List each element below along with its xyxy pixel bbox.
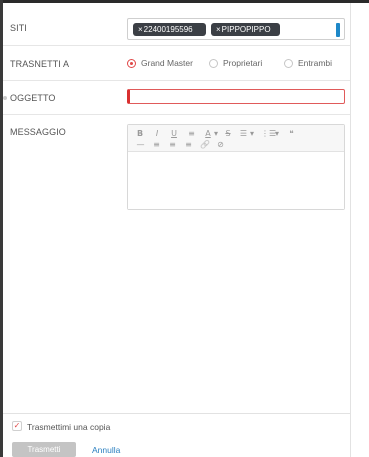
link-icon[interactable]: 🔗 — [200, 140, 210, 149]
siti-tags-input[interactable]: ×22400195596 ×PIPPOPIPPO — [127, 18, 345, 40]
quote-icon[interactable]: ❝ — [287, 129, 296, 138]
radio-selected-icon[interactable] — [127, 58, 136, 68]
tags-scroll-indicator[interactable] — [336, 23, 340, 37]
remove-tag-icon[interactable]: × — [138, 25, 143, 34]
align-left-icon[interactable]: ≡ — [152, 140, 161, 149]
messaggio-label: MESSAGGIO — [10, 127, 66, 137]
right-gutter — [350, 0, 369, 457]
compose-message-form: SITI ×22400195596 ×PIPPOPIPPO TRASNETTI … — [0, 0, 369, 457]
site-tag[interactable]: ×22400195596 — [133, 23, 206, 36]
radio-entrambi[interactable]: Entrambi — [284, 57, 332, 69]
site-tag-text: 22400195596 — [143, 25, 193, 34]
radio-grand-master[interactable]: Grand Master — [127, 57, 193, 69]
required-marker — [3, 96, 7, 100]
siti-label: SITI — [10, 23, 27, 33]
radio-proprietari[interactable]: Proprietari — [209, 57, 262, 69]
align-justify-icon[interactable]: ≡ — [187, 129, 196, 138]
radio-label: Entrambi — [298, 58, 333, 68]
bullet-list-icon[interactable]: ☰ — [239, 129, 248, 138]
chevron-down-icon[interactable]: ▾ — [274, 129, 280, 138]
row-divider — [3, 114, 350, 115]
underline-icon[interactable]: U — [170, 129, 178, 138]
site-tag-text: PIPPOPIPPO — [221, 25, 271, 34]
chevron-down-icon[interactable]: ▾ — [249, 129, 255, 138]
footer-divider — [3, 413, 350, 414]
radio-unselected-icon[interactable] — [209, 58, 218, 68]
copy-checkbox[interactable]: ✓ — [12, 421, 22, 431]
align-center-icon[interactable]: ≡ — [168, 140, 177, 149]
chevron-down-icon[interactable]: ▾ — [213, 129, 219, 138]
left-border — [0, 0, 3, 457]
subject-input[interactable] — [127, 89, 345, 104]
site-tag[interactable]: ×PIPPOPIPPO — [211, 23, 280, 36]
message-editor: B I U ≡ A ▾ S ☰ ▾ ⋮☰ ▾ ❝ — ≡ ≡ ≡ 🔗 ⊘ — [127, 124, 345, 210]
top-border — [0, 0, 369, 3]
radio-unselected-icon[interactable] — [284, 58, 293, 68]
checkmark-icon: ✓ — [13, 421, 21, 430]
remove-tag-icon[interactable]: × — [216, 25, 221, 34]
radio-label: Proprietari — [223, 58, 263, 68]
oggetto-label: OGGETTO — [10, 93, 56, 103]
unlink-icon[interactable]: ⊘ — [216, 140, 225, 149]
numbered-list-icon[interactable]: ⋮☰ — [261, 129, 276, 138]
send-button[interactable]: Trasmetti — [12, 442, 76, 457]
editor-toolbar: B I U ≡ A ▾ S ☰ ▾ ⋮☰ ▾ ❝ — ≡ ≡ ≡ 🔗 ⊘ — [128, 125, 344, 152]
trasmetti-label: TRASNETTI A — [10, 59, 70, 69]
row-divider — [3, 80, 350, 81]
row-divider — [3, 45, 350, 46]
strikethrough-icon[interactable]: S — [224, 129, 232, 138]
align-right-icon[interactable]: ≡ — [184, 140, 193, 149]
horizontal-rule-icon[interactable]: — — [136, 140, 145, 149]
bold-icon[interactable]: B — [136, 129, 144, 138]
font-color-icon[interactable]: A — [204, 129, 212, 138]
radio-label: Grand Master — [141, 58, 193, 68]
copy-checkbox-label: Trasmettimi una copia — [27, 422, 111, 432]
cancel-link[interactable]: Annulla — [92, 445, 120, 455]
italic-icon[interactable]: I — [153, 129, 161, 138]
message-editor-area[interactable] — [128, 152, 344, 209]
